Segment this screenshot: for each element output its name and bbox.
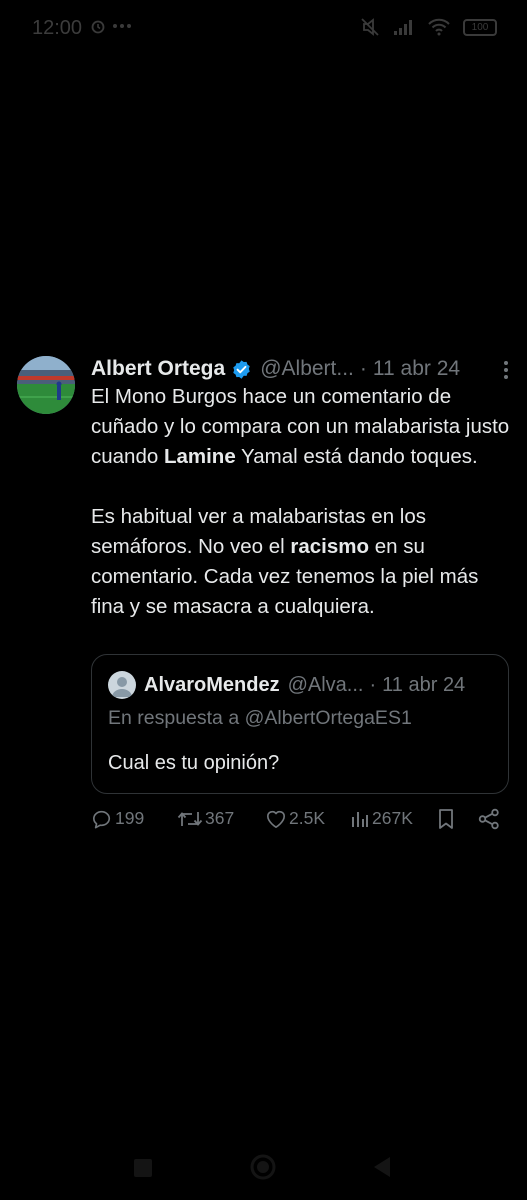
tweet-header: Albert Ortega @Albert... · 11 abr 24 — [91, 355, 460, 383]
bookmark-button[interactable] — [437, 808, 455, 830]
tweet-text: El Mono Burgos hace un comentario de cuñ… — [91, 382, 511, 622]
tweet-text-bold: racismo — [290, 535, 370, 558]
author-name[interactable]: Albert Ortega — [91, 357, 225, 381]
views-count: 267K — [372, 808, 413, 828]
tweet-paragraph-2: Es habitual ver a malabaristas en los se… — [91, 502, 511, 622]
author-handle[interactable]: @Albert... — [260, 357, 354, 381]
share-button[interactable] — [478, 808, 500, 830]
reply-button[interactable]: 199 — [91, 808, 144, 829]
separator-dot: · — [359, 357, 367, 380]
recent-apps-button[interactable] — [132, 1157, 154, 1184]
mute-icon — [361, 18, 379, 36]
recents-square-icon — [134, 1159, 152, 1177]
quoted-avatar — [108, 671, 136, 699]
status-left-icons — [90, 18, 132, 34]
battery-level: 100 — [471, 21, 489, 33]
system-nav-bar — [0, 1140, 527, 1200]
tweet-paragraph-1: El Mono Burgos hace un comentario de cuñ… — [91, 382, 511, 472]
views-chart-icon — [352, 811, 368, 827]
quoted-header: AlvaroMendez @Alva... · 11 abr 24 — [108, 671, 465, 699]
wifi-icon — [428, 18, 450, 36]
signal-icon — [394, 20, 412, 35]
quoted-author-handle: @Alva... — [287, 673, 364, 696]
quoted-tweet[interactable]: AlvaroMendez @Alva... · 11 abr 24 En res… — [91, 654, 509, 794]
reply-count: 199 — [115, 808, 145, 828]
views-button[interactable]: 267K — [350, 808, 413, 829]
status-bar: 12:00 100 — [0, 0, 527, 58]
back-button[interactable] — [371, 1155, 393, 1184]
quoted-text: Cual es tu opinión? — [108, 752, 280, 774]
retweet-count: 367 — [205, 808, 235, 828]
more-notifications-icon — [113, 24, 131, 28]
quoted-author-name: AlvaroMendez — [144, 673, 280, 696]
retweet-button[interactable]: 367 — [177, 808, 234, 829]
verified-badge-icon — [231, 359, 252, 380]
status-right-icons: 100 — [359, 16, 497, 38]
back-triangle-icon — [374, 1157, 390, 1177]
stadium-photo — [17, 356, 75, 414]
like-count: 2.5K — [289, 808, 325, 828]
author-avatar[interactable] — [17, 356, 75, 414]
like-button[interactable]: 2.5K — [265, 808, 325, 829]
tweet-date[interactable]: 11 abr 24 — [373, 357, 460, 381]
tweet-text-bold: Lamine — [163, 445, 236, 468]
quoted-reply-to: En respuesta a @AlbertOrtegaES1 — [108, 707, 412, 729]
home-button[interactable] — [249, 1153, 277, 1186]
home-circle-icon — [250, 1154, 276, 1180]
battery-icon: 100 — [463, 18, 497, 36]
alarm-icon — [91, 20, 105, 34]
default-avatar-icon — [112, 677, 132, 697]
share-icon — [478, 808, 499, 830]
bookmark-icon — [439, 809, 453, 829]
heart-icon — [267, 810, 285, 828]
status-time: 12:00 — [32, 17, 83, 39]
reply-icon — [93, 810, 111, 828]
quoted-separator-dot: · — [369, 673, 377, 696]
tweet-actions: 199 367 2.5K 267K — [91, 808, 511, 834]
retweet-icon — [177, 811, 203, 826]
quoted-date: 11 abr 24 — [382, 673, 466, 696]
tweet-text-segment: Yamal está dando toques. — [235, 445, 478, 468]
